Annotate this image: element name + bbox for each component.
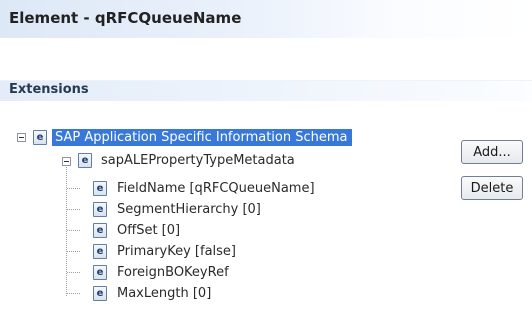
- tree-connector-line: [67, 209, 80, 210]
- extensions-tree: e SAP Application Specific Information S…: [0, 0, 532, 327]
- tree-node-leaf[interactable]: FieldName [qRFCQueueName]: [117, 180, 315, 197]
- tree-node-leaf[interactable]: ForeignBOKeyRef: [117, 264, 229, 281]
- add-button[interactable]: Add...: [461, 140, 523, 164]
- tree-node-leaf[interactable]: PrimaryKey [false]: [117, 243, 236, 260]
- tree-connector-line: [67, 272, 80, 273]
- element-e-icon: e: [93, 244, 107, 259]
- tree-node-leaf[interactable]: MaxLength [0]: [117, 285, 211, 302]
- tree-connector-line: [67, 293, 80, 294]
- tree-connector-line: [67, 230, 80, 231]
- delete-button[interactable]: Delete: [461, 176, 523, 200]
- element-e-icon: e: [78, 153, 92, 168]
- tree-node-leaf[interactable]: OffSet [0]: [117, 222, 180, 239]
- tree-node-leaf[interactable]: SegmentHierarchy [0]: [117, 201, 261, 218]
- tree-connector-line: [67, 188, 80, 189]
- element-e-icon: e: [93, 181, 107, 196]
- tree-node-root[interactable]: SAP Application Specific Information Sch…: [52, 129, 352, 146]
- collapse-icon[interactable]: [62, 157, 71, 166]
- tree-connector-line: [66, 162, 67, 296]
- collapse-icon[interactable]: [17, 133, 26, 142]
- element-e-icon: e: [33, 130, 47, 145]
- tree-connector-line: [67, 251, 80, 252]
- element-e-icon: e: [93, 265, 107, 280]
- tree-node-child[interactable]: sapALEPropertyTypeMetadata: [101, 152, 295, 169]
- element-e-icon: e: [93, 202, 107, 217]
- element-e-icon: e: [93, 286, 107, 301]
- element-e-icon: e: [93, 223, 107, 238]
